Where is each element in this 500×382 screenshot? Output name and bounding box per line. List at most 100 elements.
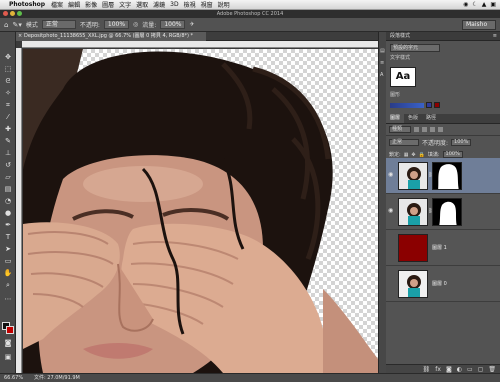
pen-tool-icon[interactable]: ✒: [3, 220, 13, 230]
pressure-opacity-icon[interactable]: ◎: [133, 21, 138, 28]
new-layer-icon[interactable]: ▢: [478, 366, 484, 373]
menu-help[interactable]: 說明: [218, 0, 230, 9]
layer-mask-thumbnail[interactable]: [432, 162, 462, 190]
filter-pixel-icon[interactable]: [414, 127, 419, 132]
lock-position-icon[interactable]: ✥: [411, 152, 415, 158]
quick-mask-icon[interactable]: ◙: [3, 338, 13, 348]
document-size[interactable]: 文件: 27.0M/91.9M: [34, 374, 80, 382]
menu-edit[interactable]: 編輯: [68, 0, 80, 9]
clone-stamp-tool-icon[interactable]: ⊥: [3, 148, 13, 158]
tab-paths[interactable]: 路徑: [422, 114, 440, 123]
menu-3d[interactable]: 3D: [170, 1, 178, 8]
status-icon-2[interactable]: ☾: [472, 1, 477, 8]
marquee-tool-icon[interactable]: ⬚: [3, 64, 13, 74]
color-ramp[interactable]: [390, 102, 424, 108]
menu-filter[interactable]: 濾鏡: [153, 0, 165, 9]
new-group-icon[interactable]: ▭: [467, 366, 473, 373]
hand-tool-icon[interactable]: ✋: [3, 268, 13, 278]
character-preview[interactable]: Aa: [390, 67, 416, 87]
type-tool-icon[interactable]: T: [3, 232, 13, 242]
tab-channels[interactable]: 色版: [404, 114, 422, 123]
opacity-input[interactable]: 100%: [103, 20, 130, 29]
lock-all-icon[interactable]: 🔒: [419, 152, 425, 158]
layer-row[interactable]: ◉ ⛓: [386, 158, 500, 194]
vertical-ruler[interactable]: [16, 48, 22, 373]
filter-adjust-icon[interactable]: [422, 127, 427, 132]
crop-tool-icon[interactable]: ⌗: [3, 100, 13, 110]
adjustment-layer-icon[interactable]: ◐: [457, 366, 462, 373]
menu-type[interactable]: 文字: [119, 0, 131, 9]
screen-mode-icon[interactable]: ▣: [3, 352, 13, 362]
airbrush-icon[interactable]: ✈: [189, 21, 194, 28]
zoom-level[interactable]: 66.67%: [4, 375, 23, 381]
add-mask-icon[interactable]: ◙: [446, 366, 452, 373]
menu-select[interactable]: 選取: [136, 0, 148, 9]
background-color-swatch[interactable]: [6, 326, 14, 334]
brush-preset-icon[interactable]: ✎▾: [12, 21, 21, 29]
character-panel-icon[interactable]: A: [380, 72, 383, 78]
lock-pixels-icon[interactable]: ▦: [404, 152, 409, 158]
menu-file[interactable]: 檔案: [51, 0, 63, 9]
flow-input[interactable]: 100%: [160, 20, 186, 29]
layer-row[interactable]: 圖層 1: [386, 230, 500, 266]
document-tab[interactable]: × Depositphoto_11138655_XXL.jpg @ 66.7% …: [16, 32, 206, 41]
document-canvas[interactable]: [23, 49, 378, 373]
menu-view[interactable]: 檢視: [184, 0, 196, 9]
layer-fill-input[interactable]: 100%: [442, 151, 463, 158]
layer-thumbnail[interactable]: [398, 270, 428, 298]
delete-layer-icon[interactable]: 🗑: [488, 366, 496, 373]
healing-tool-icon[interactable]: ✚: [3, 124, 13, 134]
visibility-eye-icon[interactable]: [388, 243, 395, 250]
swatch-red[interactable]: [434, 102, 440, 108]
menu-window[interactable]: 視窗: [201, 0, 213, 9]
gradient-tool-icon[interactable]: ▤: [3, 184, 13, 194]
menu-layer[interactable]: 圖層: [102, 0, 114, 9]
properties-panel-icon[interactable]: ≡: [380, 60, 384, 66]
eyedropper-tool-icon[interactable]: ⁄: [3, 112, 13, 122]
mode-select[interactable]: 正常: [41, 20, 76, 29]
layer-name[interactable]: 圖層 0: [432, 280, 447, 287]
character-style-select[interactable]: 預設的字元: [390, 44, 440, 52]
more-tools-icon[interactable]: ⋯: [3, 294, 13, 304]
minimize-window-button[interactable]: [10, 11, 15, 16]
home-icon[interactable]: ⌂: [4, 21, 8, 29]
status-icon-1[interactable]: ◉: [463, 1, 468, 8]
layer-name[interactable]: 圖層 1: [432, 244, 447, 251]
quick-select-tool-icon[interactable]: ✧: [3, 88, 13, 98]
visibility-eye-icon[interactable]: ◉: [388, 171, 395, 178]
horizontal-ruler[interactable]: [22, 41, 378, 48]
link-layers-icon[interactable]: ⛓: [423, 366, 431, 373]
layer-thumbnail[interactable]: [398, 234, 428, 262]
shape-tool-icon[interactable]: ▭: [3, 256, 13, 266]
path-select-tool-icon[interactable]: ➤: [3, 244, 13, 254]
history-brush-tool-icon[interactable]: ↺: [3, 160, 13, 170]
blur-tool-icon[interactable]: ◔: [3, 196, 13, 206]
status-icon-4[interactable]: ▣: [490, 1, 496, 8]
swatch-blue[interactable]: [426, 102, 432, 108]
panel-menu-icon[interactable]: ≡: [493, 32, 497, 41]
layer-style-icon[interactable]: fx: [435, 366, 441, 373]
zoom-window-button[interactable]: [17, 11, 22, 16]
lasso-tool-icon[interactable]: ᘓ: [3, 76, 13, 86]
workspace-select[interactable]: Maisho: [462, 20, 496, 30]
layer-thumbnail[interactable]: [398, 162, 428, 190]
visibility-eye-icon[interactable]: [388, 279, 395, 286]
layer-row[interactable]: 圖層 0: [386, 266, 500, 302]
filter-shape-icon[interactable]: [438, 127, 443, 132]
filter-type-icon[interactable]: [430, 127, 435, 132]
layer-row[interactable]: ◉ ⛓: [386, 194, 500, 230]
history-panel-icon[interactable]: ▤: [380, 48, 385, 54]
layer-mask-thumbnail[interactable]: [432, 198, 462, 226]
dodge-tool-icon[interactable]: ●: [3, 208, 13, 218]
app-menu[interactable]: Photoshop: [9, 1, 45, 8]
brush-tool-icon[interactable]: ✎: [3, 136, 13, 146]
close-tab-icon[interactable]: ×: [18, 32, 22, 41]
eraser-tool-icon[interactable]: ▱: [3, 172, 13, 182]
close-window-button[interactable]: [3, 11, 8, 16]
layer-thumbnail[interactable]: [398, 198, 428, 226]
status-icon-3[interactable]: ▲: [482, 1, 487, 8]
move-tool-icon[interactable]: ✥: [3, 52, 13, 62]
zoom-tool-icon[interactable]: ⌕: [3, 280, 13, 290]
visibility-eye-icon[interactable]: ◉: [388, 207, 395, 214]
layer-filter-kind[interactable]: 種類: [389, 126, 411, 133]
